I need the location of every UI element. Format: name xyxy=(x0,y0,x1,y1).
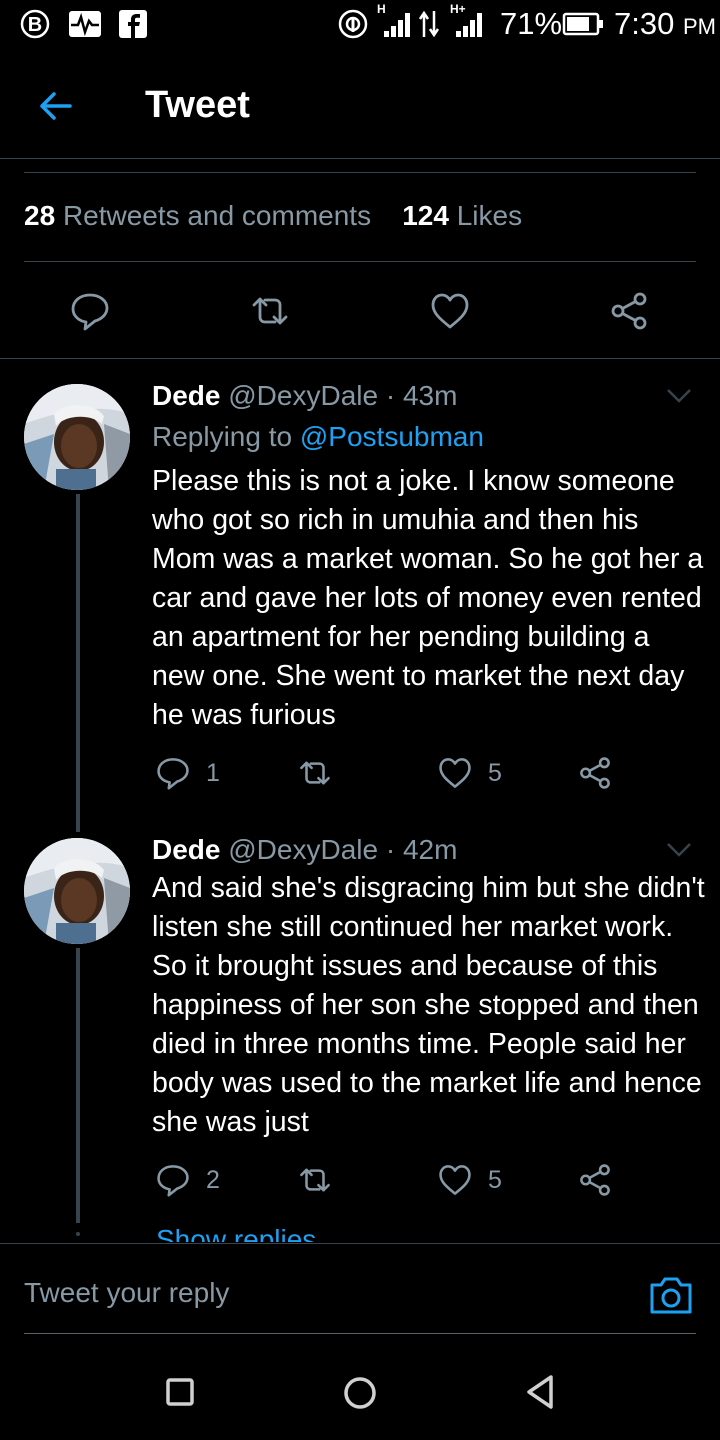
facebook-icon xyxy=(119,10,147,38)
clock: 7:30 PM xyxy=(614,6,716,41)
user-handle[interactable]: @DexyDale xyxy=(228,834,378,865)
reply-count: 1 xyxy=(206,759,220,787)
display-name[interactable]: Dede xyxy=(152,834,220,865)
chevron-down-icon[interactable] xyxy=(666,388,692,404)
like-heart-icon[interactable] xyxy=(438,756,472,790)
reply-icon[interactable] xyxy=(156,756,190,790)
reply-count: 2 xyxy=(206,1166,220,1194)
reply-bar-bottom-divider xyxy=(24,1333,696,1334)
like-heart-icon[interactable] xyxy=(430,291,470,331)
thread-line-2 xyxy=(76,948,80,1223)
network-type-label: H xyxy=(377,2,386,16)
back-nav-icon[interactable] xyxy=(524,1374,556,1410)
avatar-photo xyxy=(24,384,130,490)
display-name[interactable]: Dede xyxy=(152,380,220,411)
camera-icon[interactable] xyxy=(648,1272,694,1318)
like-count: 5 xyxy=(488,1166,502,1194)
header-divider xyxy=(0,158,720,159)
battery-icon xyxy=(562,12,603,36)
retweets-stat[interactable]: 28 Retweets and comments xyxy=(24,200,371,231)
system-nav-bar xyxy=(0,1336,720,1440)
recent-apps-icon[interactable] xyxy=(166,1378,194,1406)
activity-monitor-icon xyxy=(69,11,101,37)
share-icon[interactable] xyxy=(609,291,649,331)
back-arrow-icon[interactable] xyxy=(36,86,76,126)
share-icon[interactable] xyxy=(578,1163,612,1197)
user-handle[interactable]: @DexyDale xyxy=(228,380,378,411)
b-badge-icon: B xyxy=(20,9,50,39)
reply-bar-top-divider xyxy=(0,1243,720,1244)
actions-divider xyxy=(0,358,720,359)
svg-text:B: B xyxy=(28,14,42,36)
thread-dot xyxy=(76,1232,80,1236)
tweet-2-text: And said she's disgracing him but she di… xyxy=(152,872,705,1138)
tweet-stats: 28 Retweets and comments 124 Likes xyxy=(24,200,522,232)
tweet-1-header: Dede @DexyDale · 43m xyxy=(152,380,457,412)
retweet-icon[interactable] xyxy=(298,756,332,790)
stats-top-divider xyxy=(24,172,696,173)
network-type-label-2: H+ xyxy=(450,2,466,16)
page-title: Tweet xyxy=(145,84,250,126)
reply-icon[interactable] xyxy=(70,291,110,331)
avatar[interactable] xyxy=(24,838,130,944)
show-replies-link[interactable]: Show replies xyxy=(156,1224,316,1242)
home-icon[interactable] xyxy=(343,1376,377,1410)
retweet-icon[interactable] xyxy=(250,291,290,331)
chevron-down-icon[interactable] xyxy=(666,842,692,858)
replying-handle-link[interactable]: @Postsubman xyxy=(300,421,484,452)
share-icon[interactable] xyxy=(578,756,612,790)
retweet-icon[interactable] xyxy=(298,1163,332,1197)
data-transfer-icon xyxy=(418,10,440,38)
tweet-time: · 42m xyxy=(385,834,458,865)
like-heart-icon[interactable] xyxy=(438,1163,472,1197)
replying-to: Replying to @Postsubman xyxy=(152,421,484,452)
hotspot-icon xyxy=(338,9,368,39)
like-count: 5 xyxy=(488,759,502,787)
tweet-time: · 43m xyxy=(385,380,458,411)
avatar-photo xyxy=(24,838,130,944)
battery-percent: 71% xyxy=(500,6,563,41)
tweet-1-text: Please this is not a joke. I know someon… xyxy=(152,465,704,731)
tweet-2-header: Dede @DexyDale · 42m xyxy=(152,834,457,866)
stats-bottom-divider xyxy=(24,261,696,262)
reply-input[interactable]: Tweet your reply xyxy=(24,1277,229,1309)
status-bar: B H H+ 71% 7:30 PM xyxy=(0,0,720,50)
reply-icon[interactable] xyxy=(156,1163,190,1197)
likes-stat[interactable]: 124 Likes xyxy=(402,200,522,231)
thread-line-1 xyxy=(76,494,80,832)
avatar[interactable] xyxy=(24,384,130,490)
